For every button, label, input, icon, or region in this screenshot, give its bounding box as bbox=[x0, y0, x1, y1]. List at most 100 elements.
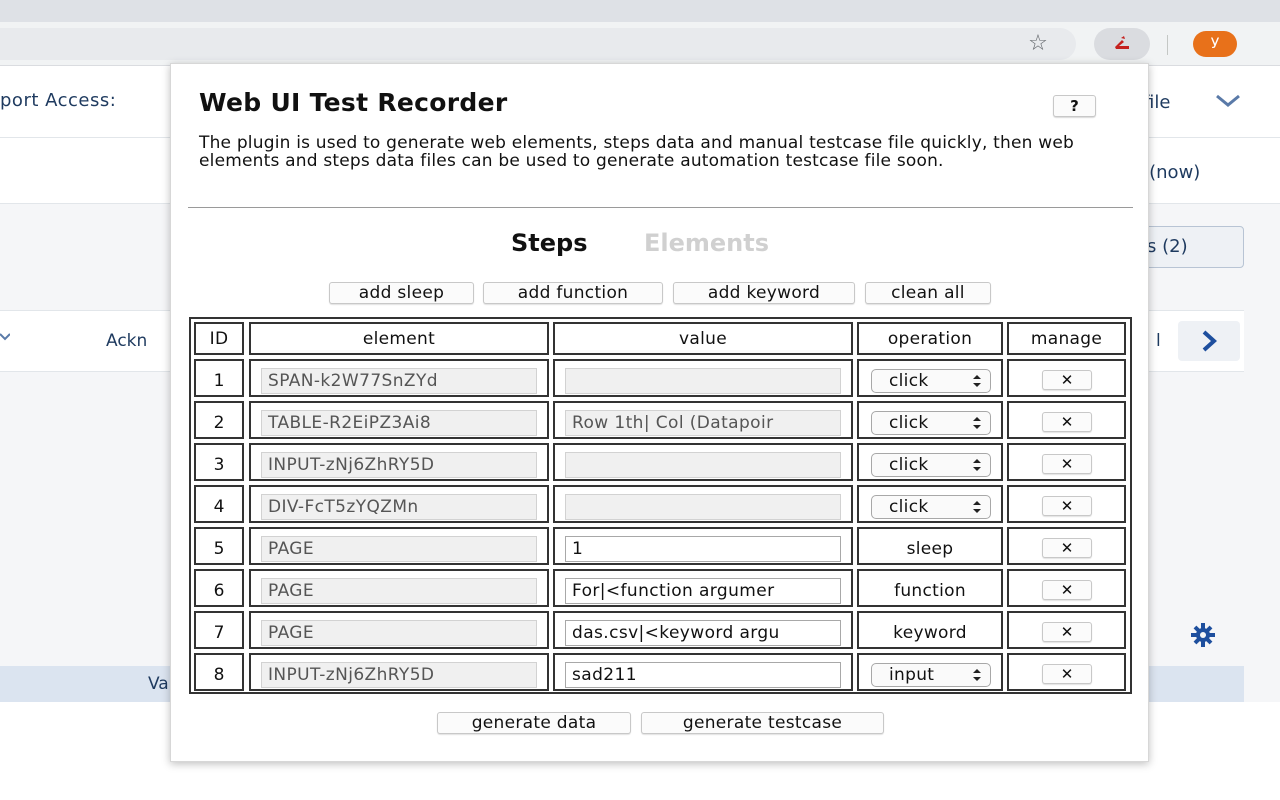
clean-all-button[interactable]: clean all bbox=[865, 282, 991, 304]
header-value-label: value bbox=[679, 329, 727, 349]
delete-step-button[interactable]: ✕ bbox=[1042, 496, 1092, 516]
tab-steps[interactable]: Steps bbox=[511, 229, 588, 257]
row-1-manage-cell: ✕ bbox=[1007, 359, 1126, 397]
value-field[interactable]: For|<function argumer bbox=[565, 578, 841, 604]
delete-step-button[interactable]: ✕ bbox=[1042, 664, 1092, 684]
step-id: 3 bbox=[213, 455, 225, 475]
row-3-operation-cell: click bbox=[857, 443, 1003, 481]
header-element: element bbox=[249, 322, 549, 355]
delete-step-button[interactable]: ✕ bbox=[1042, 370, 1092, 390]
operation-select[interactable]: input bbox=[871, 663, 991, 687]
chevron-down-icon[interactable] bbox=[1214, 90, 1242, 115]
row-5-value-cell: 1 bbox=[553, 527, 853, 565]
row-7-operation-cell: keyword bbox=[857, 611, 1003, 649]
browser-toolbar: ☆ У ⋮ bbox=[0, 22, 1280, 66]
header-value: value bbox=[553, 322, 853, 355]
step-id: 6 bbox=[213, 581, 225, 601]
row-2-manage-cell: ✕ bbox=[1007, 401, 1126, 439]
row-4-manage-cell: ✕ bbox=[1007, 485, 1126, 523]
delete-step-button[interactable]: ✕ bbox=[1042, 580, 1092, 600]
element-field: INPUT-zNj6ZhRY5D bbox=[261, 452, 537, 478]
caret-icon bbox=[0, 329, 11, 348]
value-field[interactable]: das.csv|<keyword argu bbox=[565, 620, 841, 646]
tab-elements[interactable]: Elements bbox=[644, 229, 769, 257]
select-arrows-icon bbox=[972, 412, 982, 442]
generate-testcase-button[interactable]: generate testcase bbox=[641, 712, 884, 734]
row-7-element-cell: PAGE bbox=[249, 611, 549, 649]
add-function-button[interactable]: add function bbox=[483, 282, 663, 304]
address-bar[interactable] bbox=[0, 28, 1076, 60]
element-field: PAGE bbox=[261, 578, 537, 604]
operation-select-value: click bbox=[889, 413, 929, 433]
header-manage: manage bbox=[1007, 322, 1126, 355]
gear-icon[interactable] bbox=[1186, 622, 1220, 654]
row-8-value-cell: sad211 bbox=[553, 653, 853, 691]
header-element-label: element bbox=[362, 329, 436, 349]
browser-tabstrip bbox=[0, 0, 1280, 22]
header-manage-label: manage bbox=[1030, 329, 1103, 349]
element-field: DIV-FcT5zYQZMn bbox=[261, 494, 537, 520]
value-field[interactable]: sad211 bbox=[565, 662, 841, 688]
operation-label: keyword bbox=[893, 623, 967, 643]
row-4-id-cell: 4 bbox=[194, 485, 244, 523]
delete-step-button[interactable]: ✕ bbox=[1042, 538, 1092, 558]
bg-support-access-label: port Access: bbox=[0, 90, 117, 111]
row-4-element-cell: DIV-FcT5zYQZMn bbox=[249, 485, 549, 523]
value-field bbox=[565, 494, 841, 520]
row-4-operation-cell: click bbox=[857, 485, 1003, 523]
element-field: SPAN-k2W77SnZYd bbox=[261, 368, 537, 394]
operation-select[interactable]: click bbox=[871, 411, 991, 435]
row-4-value-cell bbox=[553, 485, 853, 523]
help-button[interactable]: ? bbox=[1053, 95, 1096, 117]
delete-step-button[interactable]: ✕ bbox=[1042, 454, 1092, 474]
operation-select[interactable]: click bbox=[871, 495, 991, 519]
row-2-value-cell: Row 1th| Col (Datapoir bbox=[553, 401, 853, 439]
next-page-icon[interactable] bbox=[1178, 321, 1240, 361]
profile-avatar[interactable]: У bbox=[1193, 31, 1237, 57]
operation-select-value: click bbox=[889, 497, 929, 517]
value-field[interactable]: 1 bbox=[565, 536, 841, 562]
row-7-manage-cell: ✕ bbox=[1007, 611, 1126, 649]
row-2-id-cell: 2 bbox=[194, 401, 244, 439]
row-2-operation-cell: click bbox=[857, 401, 1003, 439]
operation-label: sleep bbox=[906, 539, 954, 559]
row-7-value-cell: das.csv|<keyword argu bbox=[553, 611, 853, 649]
row-1-element-cell: SPAN-k2W77SnZYd bbox=[249, 359, 549, 397]
row-2-element-cell: TABLE-R2EiPZ3Ai8 bbox=[249, 401, 549, 439]
select-arrows-icon bbox=[972, 496, 982, 526]
header-operation: operation bbox=[857, 322, 1003, 355]
add-sleep-button[interactable]: add sleep bbox=[329, 282, 474, 304]
bookmark-star-icon[interactable]: ☆ bbox=[1024, 31, 1052, 59]
operation-select[interactable]: click bbox=[871, 453, 991, 477]
delete-step-button[interactable]: ✕ bbox=[1042, 622, 1092, 642]
toolbar-separator bbox=[1167, 35, 1168, 55]
row-8-id-cell: 8 bbox=[194, 653, 244, 691]
generate-data-button[interactable]: generate data bbox=[437, 712, 631, 734]
row-3-element-cell: INPUT-zNj6ZhRY5D bbox=[249, 443, 549, 481]
row-3-manage-cell: ✕ bbox=[1007, 443, 1126, 481]
delete-step-button[interactable]: ✕ bbox=[1042, 412, 1092, 432]
row-8-element-cell: INPUT-zNj6ZhRY5D bbox=[249, 653, 549, 691]
row-6-element-cell: PAGE bbox=[249, 569, 549, 607]
header-operation-label: operation bbox=[887, 329, 973, 349]
row-8-operation-cell: input bbox=[857, 653, 1003, 691]
operation-select[interactable]: click bbox=[871, 369, 991, 393]
bg-col-label: l bbox=[1156, 331, 1161, 351]
value-field bbox=[565, 452, 841, 478]
row-5-manage-cell: ✕ bbox=[1007, 527, 1126, 565]
operation-select-value: click bbox=[889, 455, 929, 475]
element-field: INPUT-zNj6ZhRY5D bbox=[261, 662, 537, 688]
browser-menu-icon[interactable]: ⋮ bbox=[1272, 32, 1280, 56]
row-7-id-cell: 7 bbox=[194, 611, 244, 649]
extension-button[interactable] bbox=[1094, 28, 1150, 60]
operation-select-value: input bbox=[889, 665, 935, 685]
row-5-id-cell: 5 bbox=[194, 527, 244, 565]
recorder-extension-icon bbox=[1110, 32, 1134, 56]
add-keyword-button[interactable]: add keyword bbox=[673, 282, 855, 304]
value-field: Row 1th| Col (Datapoir bbox=[565, 410, 841, 436]
row-6-value-cell: For|<function argumer bbox=[553, 569, 853, 607]
popup-description: The plugin is used to generate web eleme… bbox=[199, 133, 1074, 171]
row-8-manage-cell: ✕ bbox=[1007, 653, 1126, 691]
step-id: 7 bbox=[213, 623, 225, 643]
bg-va-label: Va bbox=[148, 674, 169, 694]
